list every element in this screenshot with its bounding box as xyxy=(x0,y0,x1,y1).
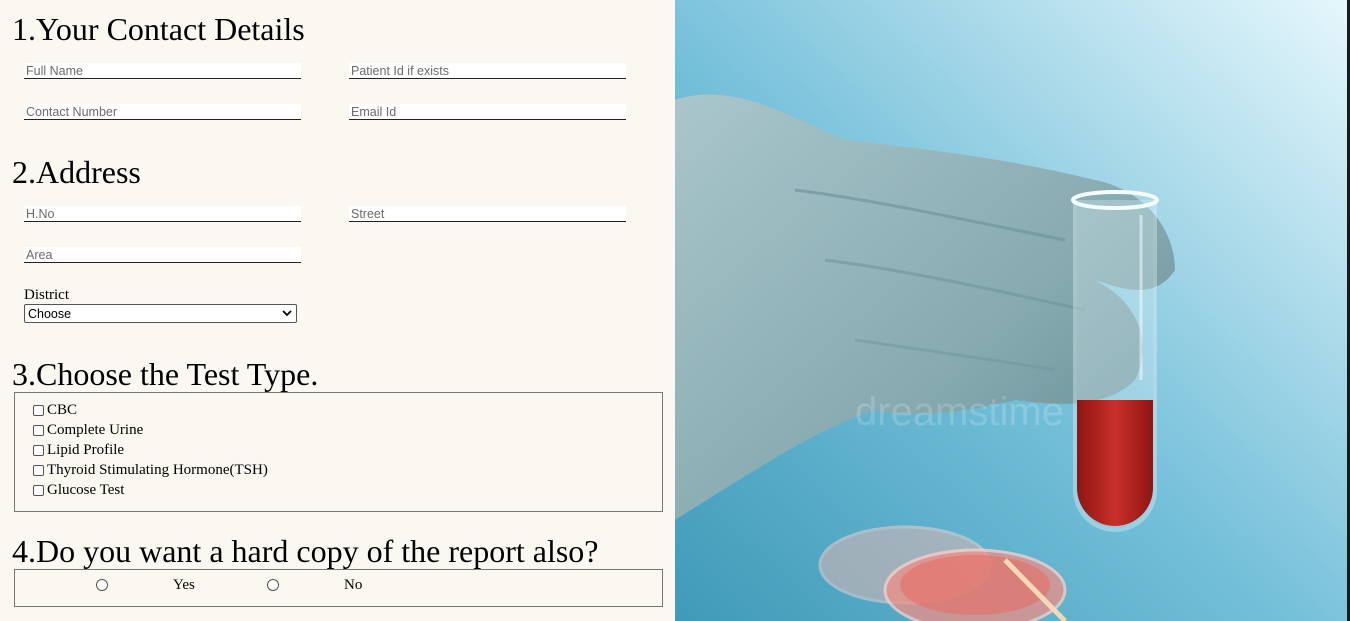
test-option-label: Glucose Test xyxy=(47,481,125,498)
street-input[interactable] xyxy=(349,206,626,222)
chevron-down-icon xyxy=(281,308,293,320)
hard-copy-yes-radio[interactable] xyxy=(96,579,108,591)
hard-copy-no-label: No xyxy=(344,577,363,593)
patient-id-input[interactable] xyxy=(349,63,626,79)
district-select[interactable]: Choose xyxy=(24,304,297,323)
registration-form: 1.Your Contact Details 2.Address Distric… xyxy=(0,0,675,621)
test-option-label: Thyroid Stimulating Hormone(TSH) xyxy=(47,461,268,478)
district-selected-value: Choose xyxy=(28,306,72,321)
contact-number-input[interactable] xyxy=(24,104,301,120)
test-option-label: Lipid Profile xyxy=(47,441,125,458)
complete-urine-checkbox[interactable] xyxy=(33,424,44,436)
test-type-fieldset: CBC Complete Urine Lipid Profile Thyroid… xyxy=(14,392,663,512)
hard-copy-no-radio[interactable] xyxy=(267,579,279,591)
email-input[interactable] xyxy=(349,104,626,120)
test-option-cbc[interactable]: CBC xyxy=(33,401,77,419)
cbc-checkbox[interactable] xyxy=(33,404,44,416)
hard-copy-fieldset: Yes No xyxy=(14,569,663,607)
test-option-glucose[interactable]: Glucose Test xyxy=(33,481,124,499)
contact-details-heading: 1.Your Contact Details xyxy=(12,11,305,47)
test-option-label: Complete Urine xyxy=(47,421,144,438)
test-option-complete-urine[interactable]: Complete Urine xyxy=(33,421,143,439)
test-option-tsh[interactable]: Thyroid Stimulating Hormone(TSH) xyxy=(33,461,268,479)
test-type-heading: 3.Choose the Test Type. xyxy=(12,356,319,392)
full-name-input[interactable] xyxy=(24,63,301,79)
house-number-input[interactable] xyxy=(24,206,301,222)
hard-copy-heading: 4.Do you want a hard copy of the report … xyxy=(12,533,599,569)
glucose-checkbox[interactable] xyxy=(33,484,44,496)
area-input[interactable] xyxy=(24,247,301,263)
photo-watermark: dreamstime xyxy=(855,390,1064,434)
tsh-checkbox[interactable] xyxy=(33,464,44,476)
address-heading: 2.Address xyxy=(12,154,141,190)
lipid-profile-checkbox[interactable] xyxy=(33,444,44,456)
test-option-label: CBC xyxy=(47,401,78,418)
test-tube xyxy=(1071,190,1159,532)
test-option-lipid-profile[interactable]: Lipid Profile xyxy=(33,441,124,459)
district-label: District xyxy=(24,287,69,303)
lab-test-tube-photo: dreamstime xyxy=(675,0,1350,621)
hard-copy-yes-label: Yes xyxy=(173,577,195,593)
